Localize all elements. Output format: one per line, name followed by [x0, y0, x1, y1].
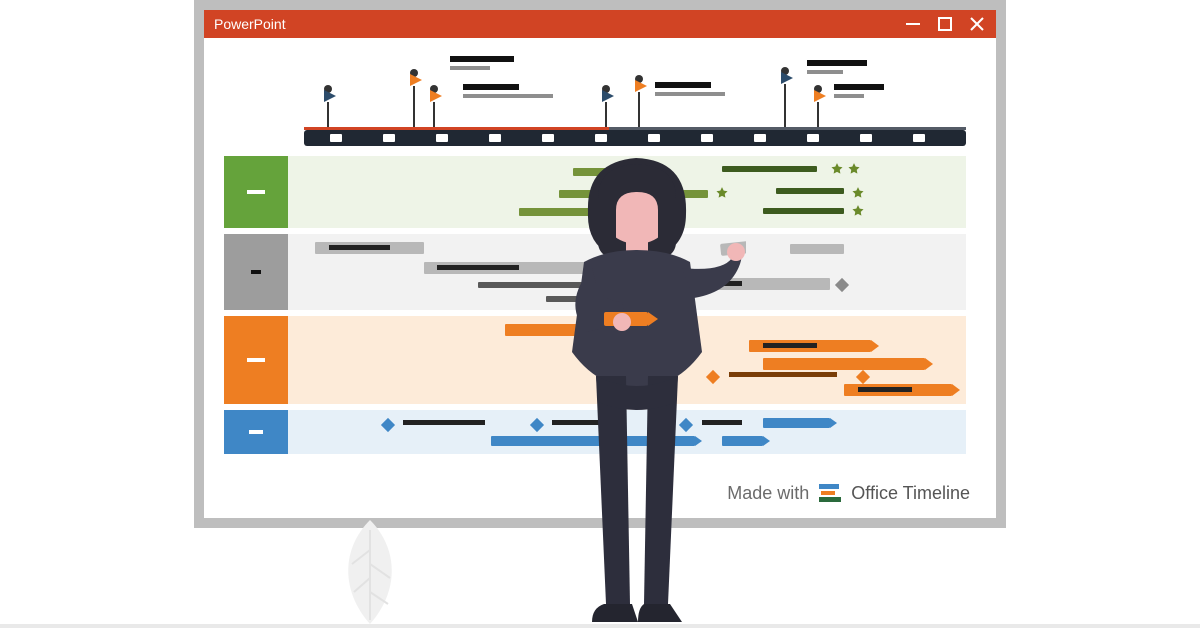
app-title: PowerPoint — [214, 16, 904, 32]
brand-name: Office Timeline — [851, 483, 970, 504]
swimlane-area — [288, 156, 966, 228]
swimlane-area — [288, 234, 966, 310]
slide-canvas: Made with Office Timeline — [204, 38, 996, 518]
powerpoint-window: PowerPoint — [194, 0, 1006, 528]
swimlane-area — [288, 316, 966, 404]
swimlane-header — [224, 234, 288, 310]
office-timeline-logo-icon — [819, 482, 841, 504]
milestones-area — [304, 56, 966, 128]
swimlane-orange — [224, 316, 966, 404]
maximize-icon[interactable] — [936, 15, 954, 33]
floor-line — [0, 624, 1200, 628]
title-bar: PowerPoint — [204, 10, 996, 38]
swimlane-gray — [224, 234, 966, 310]
minimize-icon[interactable] — [904, 15, 922, 33]
swimlane-blue — [224, 410, 966, 454]
brand-prefix: Made with — [727, 483, 809, 504]
swimlanes — [224, 156, 966, 454]
swimlane-header — [224, 156, 288, 228]
swimlane-header — [224, 316, 288, 404]
swimlane-green — [224, 156, 966, 228]
close-icon[interactable] — [968, 15, 986, 33]
swimlane-area — [288, 410, 966, 454]
made-with-brand: Made with Office Timeline — [727, 482, 970, 504]
swimlane-header — [224, 410, 288, 454]
leaf-decoration-icon — [330, 520, 410, 624]
time-axis — [304, 130, 966, 146]
window-controls — [904, 15, 986, 33]
